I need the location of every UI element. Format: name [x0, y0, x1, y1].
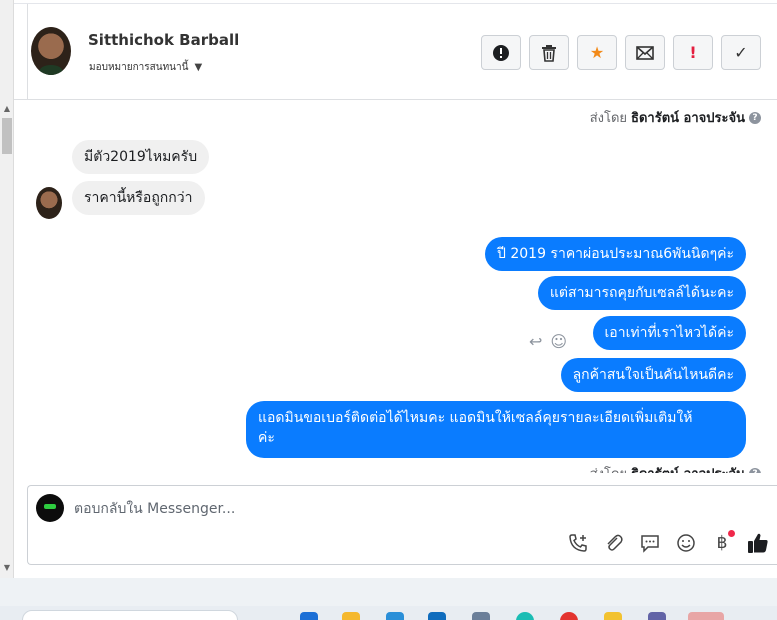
exclamation-icon: ! [689, 43, 697, 62]
add-call-button[interactable] [567, 532, 589, 554]
scrollbar-thumb[interactable] [2, 118, 12, 154]
delete-button[interactable] [529, 35, 569, 70]
mark-done-button[interactable]: ✓ [721, 35, 761, 70]
message-incoming[interactable]: มีตัว2019ไหมครับ [72, 140, 210, 174]
conversation-actions: ★ ! ✓ [481, 35, 761, 70]
emoji-button[interactable] [675, 532, 697, 554]
check-icon: ✓ [734, 43, 748, 62]
emoji-icon [677, 534, 695, 552]
contact-name[interactable]: Sitthichok Barball [88, 31, 239, 49]
phone-plus-icon [569, 534, 587, 552]
baht-icon: ฿ [716, 533, 728, 553]
star-icon: ★ [589, 43, 605, 62]
message-outgoing[interactable]: เอาเท่าที่เราไหวได้ค่ะ [592, 316, 746, 350]
store-icon[interactable] [386, 612, 404, 620]
paperclip-icon [607, 534, 623, 551]
caret-down-icon: ▼ [194, 62, 203, 73]
sent-by-name: ธิดารัตน์ อาจประจัน [631, 111, 745, 126]
os-taskbar [0, 606, 777, 620]
scroll-down-icon[interactable]: ▼ [2, 563, 12, 573]
payment-button[interactable]: ฿ [711, 530, 735, 554]
help-icon[interactable]: ? [749, 111, 761, 124]
message-line: แอดมินขอเบอร์ติดต่อได้ไหมคะ แอดมินให้เซล… [258, 410, 693, 426]
taskbar-app-icon[interactable] [300, 612, 318, 620]
assign-conversation-dropdown[interactable]: มอบหมายการสนทนานี้ ▼ [89, 60, 202, 75]
exclamation-circle-icon [493, 44, 509, 61]
taskbar-app-icon[interactable] [604, 612, 622, 620]
vertical-scrollbar[interactable]: ▲ ▼ [0, 0, 14, 578]
edge-icon[interactable] [516, 612, 534, 620]
sent-by-prefix: ส่งโดย [590, 463, 627, 473]
taskbar-app-icon[interactable] [688, 612, 724, 620]
message-outgoing-multiline[interactable]: แอดมินขอเบอร์ติดต่อได้ไหมคะ แอดมินให้เซล… [246, 401, 746, 458]
message-outgoing[interactable]: แต่สามารถคุยกับเซลล์ได้นะคะ [537, 276, 746, 310]
mail-icon[interactable] [428, 612, 446, 620]
reply-composer: ฿ [27, 485, 777, 565]
saved-replies-button[interactable] [639, 532, 661, 554]
inbox-conversation-window: ▲ ▼ Sitthichok Barball มอบหมายการสนทนานี… [0, 0, 777, 620]
thumbs-up-icon [748, 533, 768, 553]
teams-icon[interactable] [648, 612, 666, 620]
star-button[interactable]: ★ [577, 35, 617, 70]
message-hover-actions: ↩ ☺ [529, 332, 567, 351]
scroll-up-icon[interactable]: ▲ [2, 104, 12, 114]
message-thread[interactable]: ส่งโดย ธิดารัตน์ อาจประจัน ? มีตัว2019ไห… [14, 101, 777, 473]
attach-button[interactable] [603, 532, 625, 554]
page-avatar [36, 494, 64, 522]
folder-icon[interactable] [342, 612, 360, 620]
chat-bubble-icon [641, 535, 659, 553]
mark-unread-button[interactable] [625, 35, 665, 70]
message-outgoing[interactable]: ปี 2019 ราคาผ่อนประมาณ6พันนิดๆค่ะ [485, 237, 746, 271]
help-icon[interactable]: ? [749, 467, 761, 473]
reply-icon[interactable]: ↩ [529, 332, 542, 351]
envelope-icon [636, 45, 654, 60]
message-line: ค่ะ [258, 430, 275, 446]
message-outgoing[interactable]: ลูกค้าสนใจเป็นคันไหนดีคะ [560, 358, 746, 392]
react-emoji-icon[interactable]: ☺ [550, 332, 567, 351]
window-bottom-gap [0, 578, 777, 606]
contact-avatar-small[interactable] [36, 187, 62, 219]
header-divider [27, 4, 28, 100]
chrome-icon[interactable] [560, 612, 578, 620]
report-button[interactable] [481, 35, 521, 70]
like-button[interactable] [747, 532, 769, 554]
taskbar-search[interactable] [22, 610, 238, 620]
notification-dot [728, 530, 735, 537]
mark-important-button[interactable]: ! [673, 35, 713, 70]
taskbar-app-icon[interactable] [472, 612, 490, 620]
sent-by-name: ธิดารัตน์ อาจประจัน [631, 463, 745, 473]
message-incoming[interactable]: ราคานี้หรือถูกกว่า [72, 181, 205, 215]
sent-by-label: ส่งโดย ธิดารัตน์ อาจประจัน ? [590, 107, 761, 128]
assign-label: มอบหมายการสนทนานี้ [89, 62, 189, 73]
trash-icon [542, 44, 556, 62]
sent-by-label-partial: ส่งโดย ธิดารัตน์ อาจประจัน ? [590, 463, 761, 473]
reply-input[interactable] [74, 498, 734, 520]
sent-by-prefix: ส่งโดย [589, 111, 628, 126]
conversation-header: Sitthichok Barball มอบหมายการสนทนานี้ ▼ [14, 4, 777, 100]
contact-avatar[interactable] [31, 27, 71, 75]
composer-toolbar: ฿ [567, 530, 769, 554]
